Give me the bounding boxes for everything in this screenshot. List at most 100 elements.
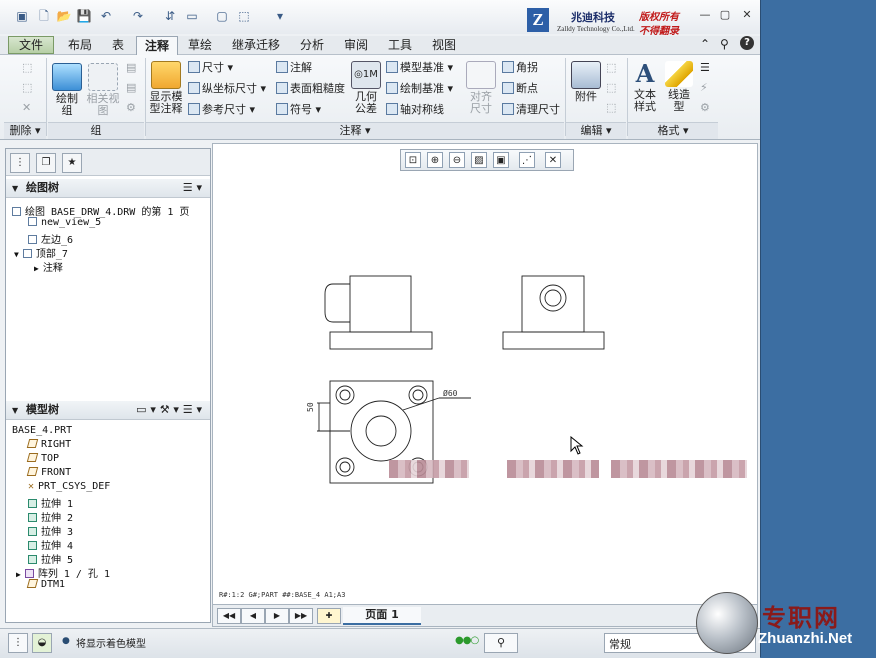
group-small-icon-2[interactable]: ▤	[126, 81, 136, 94]
minimize-icon[interactable]: —	[698, 9, 712, 21]
tab-annotate[interactable]: 注释	[136, 36, 178, 55]
draw-datum-button[interactable]: 绘制基准 ▾	[386, 80, 453, 96]
model-tree-item[interactable]: ✕ PRT_CSYS_DEF	[28, 481, 110, 492]
first-page-icon[interactable]: ◀◀	[217, 608, 241, 624]
windows-icon[interactable]: ▭	[184, 8, 200, 24]
edit-small-icon-2[interactable]: ⬚	[606, 81, 616, 94]
tab-tools[interactable]: 工具	[380, 36, 420, 54]
left-view[interactable]	[324, 275, 433, 350]
tab-review[interactable]: 审阅	[336, 36, 376, 54]
tab-legacy-migration[interactable]: 继承迁移	[226, 36, 286, 54]
group-label-format[interactable]: 格式 ▾	[628, 122, 718, 139]
tab-table[interactable]: 表	[104, 36, 132, 54]
new-file-icon[interactable]: 🗋	[36, 8, 52, 24]
geometric-tolerance-button[interactable]: ◎1M 几何 公差	[350, 61, 382, 115]
minimize-ribbon-icon[interactable]: ⌃	[700, 37, 710, 51]
model-tree-item[interactable]: RIGHT	[26, 439, 71, 450]
tab-analysis[interactable]: 分析	[292, 36, 332, 54]
expand-arrow-icon[interactable]: ▶	[16, 570, 21, 579]
toggle-navigator-icon[interactable]: ⋮	[8, 633, 28, 653]
help-icon[interactable]: ?	[740, 36, 754, 50]
format-small-icon-1[interactable]: ☰	[700, 61, 710, 74]
model-tree-item[interactable]: 拉伸 2	[28, 509, 73, 524]
draw-group-button[interactable]: 绘制 组	[52, 63, 82, 117]
customize-toolbar-icon[interactable]: ▾	[272, 8, 288, 24]
regenerate-icon[interactable]: ⇵	[162, 8, 178, 24]
drawing-canvas[interactable]: ⊡ ⊕ ⊖ ▨ ▣ ⋰ ✕ 50 Ø60 R#:1:2 G#;PART ##:B…	[212, 143, 758, 606]
dimension-vertical-text[interactable]: 50	[306, 402, 315, 412]
find-icon[interactable]: ⚲	[484, 633, 518, 653]
model-tree-item[interactable]: 拉伸 4	[28, 537, 73, 552]
model-datum-button[interactable]: 模型基准 ▾	[386, 59, 453, 75]
model-tree-header[interactable]: ▼ 模型树 ▭ ▾ ⚒ ▾ ☰ ▾	[6, 401, 210, 420]
toggle-browser-icon[interactable]: ◒	[32, 633, 52, 653]
edit-small-icon-1[interactable]: ⬚	[606, 61, 616, 74]
new-page-icon[interactable]: ✚	[317, 608, 341, 624]
axis-symmetry-button[interactable]: 轴对称线	[386, 101, 444, 117]
delete-x-icon[interactable]: ✕	[22, 101, 31, 114]
select-box-icon[interactable]: ⬚	[236, 8, 252, 24]
ordinate-dimension-button[interactable]: 纵坐标尺寸 ▾	[188, 80, 266, 96]
model-tree-item[interactable]: DTM1	[26, 579, 65, 590]
open-folder-icon[interactable]: 📂	[56, 8, 72, 24]
maximize-icon[interactable]: ▢	[718, 9, 732, 21]
delete-icon-1[interactable]: ⬚	[22, 61, 32, 74]
cleanup-dimension-button[interactable]: 清理尺寸	[502, 101, 560, 117]
surface-finish-button[interactable]: 表面粗糙度	[276, 80, 345, 96]
last-page-icon[interactable]: ▶▶	[289, 608, 313, 624]
model-tree-item[interactable]: TOP	[26, 453, 59, 464]
model-tree-root[interactable]: BASE_4.PRT	[12, 425, 72, 436]
related-view-button[interactable]: 相关视 图	[86, 63, 120, 117]
format-small-icon-2[interactable]: ⚡	[700, 81, 708, 94]
align-dimension-button[interactable]: 对齐 尺寸	[466, 61, 496, 115]
text-style-button[interactable]: A 文本 样式	[630, 61, 660, 113]
tree-item-view[interactable]: ▼ 顶部_7	[14, 245, 68, 260]
model-tree-tab-icon[interactable]: ⋮	[10, 153, 30, 173]
group-label-delete[interactable]: 删除 ▾	[4, 122, 46, 139]
group-small-icon-1[interactable]: ▤	[126, 61, 136, 74]
close-window-icon[interactable]: ▢	[214, 8, 230, 24]
redo-icon[interactable]: ↷	[130, 8, 146, 24]
expand-arrow-icon[interactable]: ▶	[34, 264, 39, 273]
tab-sketch[interactable]: 草绘	[180, 36, 220, 54]
tree-settings-icon[interactable]: ☰ ▾	[183, 179, 202, 197]
note-button[interactable]: 注解	[276, 59, 312, 75]
reference-dimension-button[interactable]: 参考尺寸 ▾	[188, 101, 255, 117]
delete-icon-2[interactable]: ⬚	[22, 81, 32, 94]
app-icon[interactable]: ▣	[14, 8, 30, 24]
tree-item-view[interactable]: 左边_6	[28, 231, 73, 246]
close-icon[interactable]: ✕	[740, 9, 754, 21]
edit-small-icon-3[interactable]: ⬚	[606, 101, 616, 114]
model-tree-item[interactable]: 拉伸 1	[28, 495, 73, 510]
save-icon[interactable]: 💾	[76, 8, 92, 24]
tab-file[interactable]: 文件	[8, 36, 54, 54]
dimension-diameter-text[interactable]: Ø60	[443, 388, 458, 398]
tab-view[interactable]: 视图	[424, 36, 464, 54]
tree-item-view[interactable]: new_view_5	[28, 217, 101, 228]
model-tree-item[interactable]: ▶ 阵列 1 / 孔 1	[16, 565, 110, 580]
previous-page-icon[interactable]: ◀	[241, 608, 265, 624]
group-small-icon-3[interactable]: ⚙	[126, 101, 136, 114]
breakpoint-button[interactable]: 断点	[502, 80, 538, 96]
symbol-button[interactable]: 符号 ▾	[276, 101, 321, 117]
page-tab[interactable]: 页面 1	[343, 607, 421, 625]
tree-item-annotations[interactable]: ▶ 注释	[34, 259, 63, 274]
format-small-icon-3[interactable]: ⚙	[700, 101, 710, 114]
show-model-annotations-button[interactable]: 显示模 型注释	[148, 61, 184, 115]
tab-layout[interactable]: 布局	[60, 36, 100, 54]
collapse-arrow-icon[interactable]: ▼	[14, 250, 19, 259]
favorites-tab-icon[interactable]: ★	[62, 153, 82, 173]
model-tree-tools-icon[interactable]: ▭ ▾ ⚒ ▾ ☰ ▾	[136, 401, 202, 419]
collapse-arrow-icon[interactable]: ▼	[12, 406, 18, 415]
drawing-tree-header[interactable]: ▼ 绘图树 ☰ ▾	[6, 179, 210, 198]
top-view[interactable]	[502, 275, 605, 350]
model-tree-item[interactable]: 拉伸 3	[28, 523, 73, 538]
model-tree-item[interactable]: 拉伸 5	[28, 551, 73, 566]
model-tree-item[interactable]: FRONT	[26, 467, 71, 478]
tree-item-sheet[interactable]: 绘图 BASE_DRW_4.DRW 的第 1 页	[12, 203, 189, 218]
corner-button[interactable]: 角拐	[502, 59, 538, 75]
group-label-edit[interactable]: 编辑 ▾	[566, 122, 626, 139]
group-label-annotation[interactable]: 注释 ▾	[146, 122, 564, 139]
undo-icon[interactable]: ↶	[98, 8, 114, 24]
line-style-button[interactable]: 线造 型	[664, 61, 694, 113]
